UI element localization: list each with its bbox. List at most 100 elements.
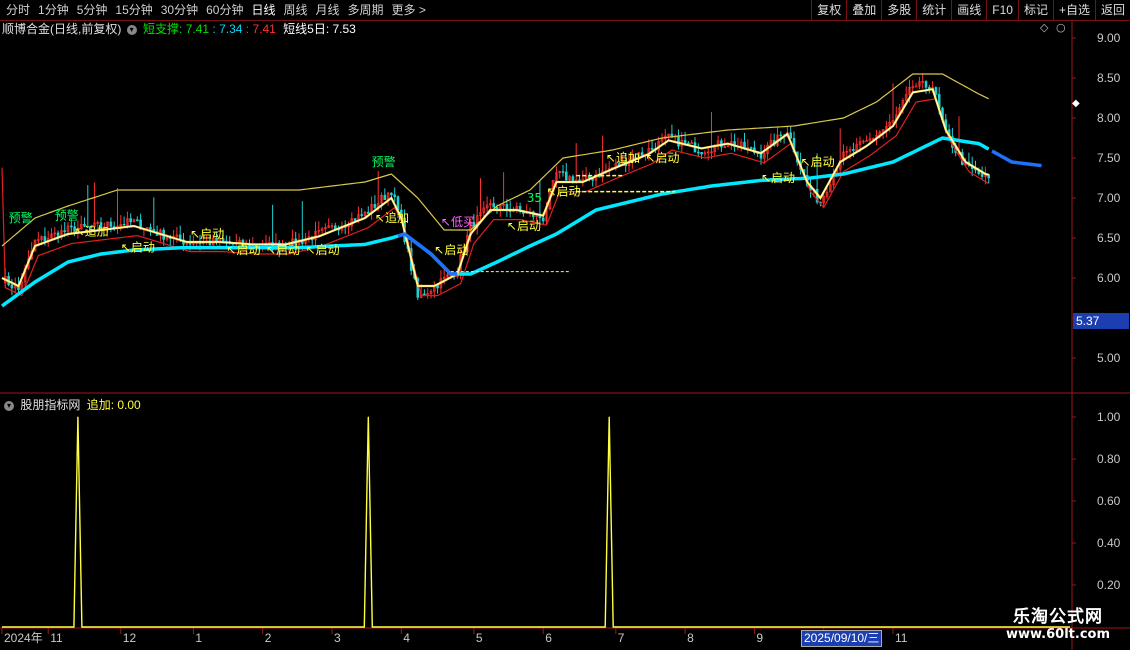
- candle-body: [505, 204, 509, 210]
- period-tab-0[interactable]: 分时: [2, 2, 34, 18]
- chart-annotation: ↖低买: [441, 215, 475, 229]
- toolbar-button-6[interactable]: 标记: [1017, 0, 1053, 20]
- chart-annotation: 预警: [9, 210, 33, 225]
- y-tick-label-main: 8.00: [1097, 111, 1121, 125]
- toolbar-button-7[interactable]: +自选: [1052, 0, 1095, 20]
- x-tick-label: 12: [123, 631, 137, 645]
- chart-annotation: ↖启动: [646, 151, 680, 165]
- candle-body: [564, 171, 568, 181]
- indicator-line: [2, 416, 1070, 628]
- watermark-url: www.60lt.com: [1005, 627, 1111, 642]
- candle-body: [749, 147, 753, 149]
- chart-annotation: ↖启动: [547, 185, 581, 199]
- candle-body: [852, 149, 855, 151]
- chart-annotation: ↖启动: [507, 219, 541, 233]
- x-tick-label: 2: [265, 631, 272, 645]
- toolbar-button-8[interactable]: 返回: [1094, 0, 1130, 20]
- candle-body: [136, 219, 139, 222]
- period-tab-8[interactable]: 月线: [312, 2, 344, 18]
- y-tick-label-main: 7.50: [1097, 151, 1121, 165]
- stock-name: 顺博合金(日线,前复权): [2, 22, 122, 36]
- toolbar-button-0[interactable]: 复权: [811, 0, 846, 20]
- candle-body: [390, 192, 393, 196]
- candle-body: [10, 284, 14, 289]
- y-tick-label-main: 7.00: [1097, 191, 1121, 205]
- candle-body: [122, 223, 126, 226]
- stock-chart[interactable]: 9.008.508.007.507.006.506.005.505.001.00…: [0, 20, 1130, 650]
- candle-body: [70, 225, 73, 228]
- series-support-down: [991, 149, 1042, 168]
- chart-annotation: 预警: [372, 154, 396, 169]
- period-tab-10[interactable]: 更多 >: [388, 2, 430, 18]
- x-tick-label: 8: [687, 631, 694, 645]
- x-tick-label: 6: [545, 631, 552, 645]
- chart-annotation: ↖启动: [434, 243, 468, 257]
- candle-body: [492, 203, 496, 208]
- y-tick-label-ind: 0.80: [1097, 452, 1121, 466]
- candle-body: [149, 227, 152, 230]
- toolbar-buttons: 复权 叠加 多股 统计 画线 F10 标记 +自选 返回: [811, 0, 1130, 20]
- indicator-panel-value: 追加: 0.00: [86, 398, 141, 412]
- collapse-icon[interactable]: ▾: [4, 400, 14, 411]
- y-tick-label-ind: 0.20: [1097, 578, 1121, 592]
- x-tick-label: 1: [195, 631, 202, 645]
- candle-body: [383, 194, 387, 200]
- toolbar-button-5[interactable]: F10: [986, 0, 1018, 20]
- candle-body: [541, 217, 545, 222]
- indicator-spike: [608, 416, 610, 418]
- toolbar-button-2[interactable]: 多股: [881, 0, 916, 20]
- circle-icon: ○: [1056, 21, 1066, 34]
- candle-body: [578, 179, 581, 182]
- candle-body: [129, 218, 132, 223]
- candle-body: [696, 151, 700, 154]
- period-tab-3[interactable]: 15分钟: [111, 2, 156, 18]
- chart-annotation: ↖追加: [606, 150, 640, 165]
- toolbar-button-4[interactable]: 画线: [951, 0, 986, 20]
- toolbar-button-3[interactable]: 统计: [916, 0, 951, 20]
- candle-body: [360, 214, 364, 216]
- candle-body: [779, 134, 783, 137]
- chart-annotation: ↖追加: [75, 224, 109, 239]
- y-tick-label-main: 5.00: [1097, 351, 1121, 365]
- period-tab-9[interactable]: 多周期: [344, 2, 388, 18]
- right-marker: ◆: [1072, 98, 1080, 109]
- indicator-spike: [77, 416, 79, 418]
- chart-annotation: 35: [527, 191, 542, 205]
- watermark-title: 乐淘公式网: [1013, 607, 1103, 627]
- settings-circle-icon[interactable]: ▾: [126, 24, 137, 35]
- x-tick-label: 3: [334, 631, 341, 645]
- candle-body: [43, 236, 47, 242]
- chart-annotation: ↖启动: [190, 227, 224, 241]
- candle-body: [109, 221, 113, 227]
- cursor-date-box: 2025/09/10/三: [801, 630, 883, 647]
- y-tick-label-ind: 1.00: [1097, 410, 1121, 424]
- period-tab-1[interactable]: 1分钟: [34, 2, 73, 18]
- period-tab-4[interactable]: 30分钟: [157, 2, 202, 18]
- chart-annotation: ↖启动: [801, 155, 835, 169]
- chart-annotation: ↖启动: [761, 171, 795, 185]
- x-tick-label: 11: [50, 631, 63, 645]
- period-tab-2[interactable]: 5分钟: [73, 2, 112, 18]
- period-tab-7[interactable]: 周线: [279, 2, 311, 18]
- indicator-value-2: : 7.34: [212, 22, 243, 36]
- period-tabs: 分时 1分钟 5分钟 15分钟 30分钟 60分钟 日线 周线 月线 多周期 更多 >: [2, 2, 430, 18]
- indicator-panel-name: 股朋指标网: [20, 398, 81, 412]
- candle-body: [650, 148, 654, 150]
- indicator-spike: [367, 416, 369, 418]
- toolbar-button-1[interactable]: 叠加: [846, 0, 881, 20]
- chart-annotation: ↖启动: [306, 243, 340, 257]
- candle-body: [63, 230, 67, 232]
- period-tab-6[interactable]: 日线: [247, 2, 279, 18]
- x-tick-label: 11: [895, 631, 908, 645]
- y-tick-label-ind: 0.60: [1097, 494, 1121, 508]
- indicator-value-1: 7.41: [185, 22, 210, 36]
- period-tab-5[interactable]: 60分钟: [202, 2, 247, 18]
- candle-body: [700, 151, 703, 155]
- candle-body: [683, 139, 687, 144]
- x-tick-label: 4: [403, 631, 410, 645]
- candle-body: [393, 194, 397, 198]
- toolbar: 分时 1分钟 5分钟 15分钟 30分钟 60分钟 日线 周线 月线 多周期 更多 > 复权 叠加 多股…: [0, 0, 1130, 21]
- candle-body: [640, 152, 644, 156]
- short5-value: 短线5日: 7.53: [283, 22, 356, 36]
- candle-body: [373, 204, 377, 208]
